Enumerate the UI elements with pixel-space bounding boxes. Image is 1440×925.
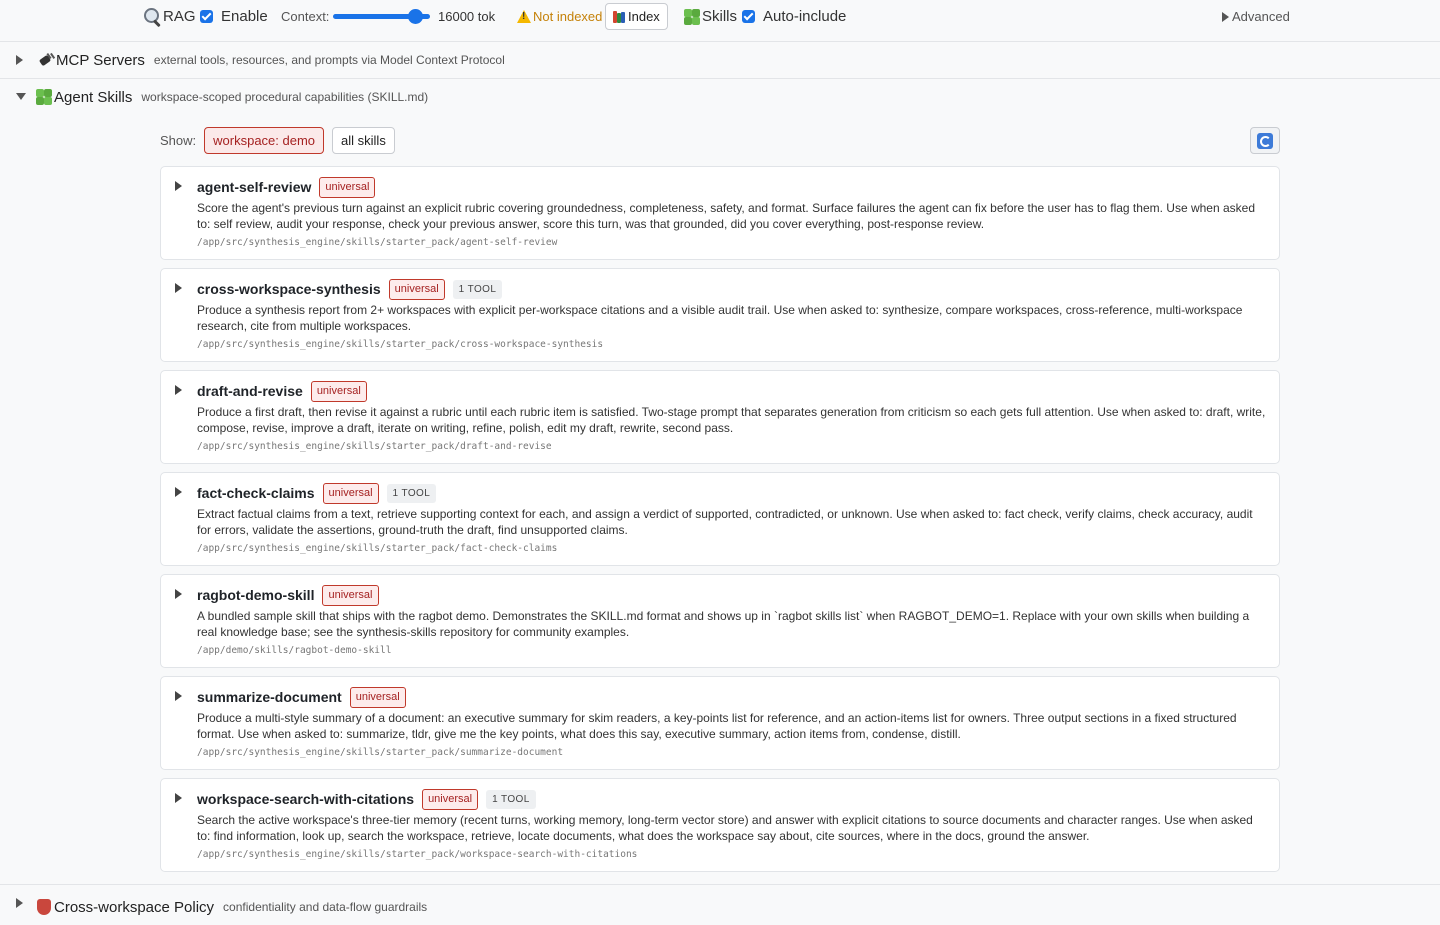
universal-badge: universal (319, 176, 376, 198)
skill-description: Score the agent's previous turn against … (197, 201, 1255, 231)
show-label: Show: (160, 133, 197, 148)
expand-icon[interactable] (175, 487, 182, 497)
skill-description: Search the active workspace's three-tier… (197, 813, 1253, 843)
skill-card[interactable]: agent-self-review universal Score the ag… (160, 166, 1280, 260)
expand-icon[interactable] (175, 283, 182, 293)
puzzle-icon (35, 88, 53, 106)
magnifier-icon (143, 7, 162, 26)
skill-path: /app/src/synthesis_engine/skills/starter… (197, 339, 604, 350)
rag-enable-checkbox[interactable] (200, 0, 213, 33)
skill-description: A bundled sample skill that ships with t… (197, 609, 1250, 639)
agent-skills-title: Agent Skills (54, 88, 133, 106)
expand-icon[interactable] (175, 691, 182, 701)
tool-count-badge: 1 TOOL (486, 789, 536, 809)
policy-title: Cross-workspace Policy (54, 898, 215, 916)
skills-group: Skills (683, 0, 737, 33)
skill-name: ragbot-demo-skill (197, 587, 315, 603)
skill-name: cross-workspace-synthesis (197, 281, 381, 297)
skill-path: /app/src/synthesis_engine/skills/starter… (197, 747, 564, 758)
advanced-label: Advanced (1232, 9, 1290, 24)
universal-badge: universal (388, 278, 445, 300)
expand-icon[interactable] (175, 793, 182, 803)
skill-path: /app/src/synthesis_engine/skills/starter… (197, 543, 558, 554)
skill-name: agent-self-review (197, 179, 312, 195)
filter-all-skills-button[interactable]: all skills (332, 127, 395, 154)
skill-card[interactable]: workspace-search-with-citations universa… (160, 778, 1280, 872)
universal-badge: universal (322, 482, 379, 504)
agent-skills-section: Agent Skills workspace-scoped procedural… (0, 79, 1440, 884)
shield-icon (37, 899, 51, 915)
mcp-servers-section: MCP Servers external tools, resources, a… (0, 42, 1440, 79)
expand-icon[interactable] (175, 589, 182, 599)
skill-card[interactable]: ragbot-demo-skill universal A bundled sa… (160, 574, 1280, 668)
agent-skills-desc: workspace-scoped procedural capabilities… (141, 90, 429, 104)
skill-card[interactable]: cross-workspace-synthesis universal 1 TO… (160, 268, 1280, 362)
skills-collapse-icon[interactable] (16, 93, 26, 100)
books-icon (613, 10, 626, 23)
skill-path: /app/src/synthesis_engine/skills/starter… (197, 441, 552, 452)
skill-name: workspace-search-with-citations (197, 791, 415, 807)
plug-icon (37, 51, 55, 69)
warning-icon (517, 10, 531, 23)
rag-group: RAG (143, 0, 196, 33)
skill-description: Extract factual claims from a text, retr… (197, 507, 1253, 537)
advanced-toggle[interactable]: Advanced (1222, 0, 1290, 33)
skill-description: Produce a multi-style summary of a docum… (197, 711, 1237, 741)
index-status: Not indexed (517, 0, 602, 33)
skill-name: draft-and-revise (197, 383, 303, 399)
rag-label: RAG (163, 8, 196, 25)
mcp-expand-icon[interactable] (16, 55, 23, 65)
index-button-label: Index (628, 9, 660, 24)
auto-include-label[interactable]: Auto-include (763, 0, 846, 33)
tool-count-badge: 1 TOOL (386, 483, 437, 503)
refresh-skills-button[interactable] (1250, 127, 1280, 154)
context-label: Context: (281, 9, 330, 24)
mcp-servers-header[interactable]: MCP Servers external tools, resources, a… (37, 42, 505, 78)
policy-desc: confidentiality and data-flow guardrails (223, 900, 428, 914)
skill-description: Produce a first draft, then revise it ag… (197, 405, 1266, 435)
context-slider-thumb[interactable] (408, 9, 423, 24)
policy-header[interactable]: Cross-workspace Policy confidentiality a… (34, 889, 427, 925)
skills-filter-bar: Show: workspace: demo all skills (160, 127, 403, 154)
context-value: 16000 tok (438, 9, 496, 24)
auto-include-checkbox[interactable] (742, 0, 755, 33)
skill-card[interactable]: draft-and-revise universal Produce a fir… (160, 370, 1280, 464)
rag-toolbar: RAG Enable Context: 16000 tok Not indexe… (0, 0, 1440, 42)
universal-badge: universal (422, 788, 479, 810)
puzzle-icon (683, 8, 701, 26)
filter-workspace-button[interactable]: workspace: demo (204, 127, 325, 154)
agent-skills-header[interactable]: Agent Skills workspace-scoped procedural… (35, 79, 428, 115)
index-button[interactable]: Index (605, 3, 668, 30)
universal-badge: universal (310, 380, 367, 402)
triangle-right-icon (1222, 11, 1229, 22)
skills-label: Skills (702, 8, 738, 25)
context-slider[interactable] (333, 0, 430, 33)
skill-path: /app/src/synthesis_engine/skills/starter… (197, 237, 558, 248)
rag-enable-label[interactable]: Enable (221, 0, 268, 33)
index-status-text: Not indexed (533, 9, 603, 24)
expand-icon[interactable] (175, 181, 182, 191)
skill-description: Produce a synthesis report from 2+ works… (197, 303, 1243, 333)
skill-name: fact-check-claims (197, 485, 315, 501)
mcp-servers-title: MCP Servers (56, 51, 145, 69)
skill-card[interactable]: summarize-document universal Produce a m… (160, 676, 1280, 770)
universal-badge: universal (322, 584, 379, 606)
universal-badge: universal (349, 686, 406, 708)
expand-icon[interactable] (175, 385, 182, 395)
skill-path: /app/demo/skills/ragbot-demo-skill (197, 645, 392, 656)
refresh-icon (1257, 132, 1273, 149)
skill-path: /app/src/synthesis_engine/skills/starter… (197, 849, 638, 860)
skill-name: summarize-document (197, 689, 342, 705)
skill-card[interactable]: fact-check-claims universal 1 TOOL Extra… (160, 472, 1280, 566)
tool-count-badge: 1 TOOL (452, 279, 503, 299)
mcp-servers-desc: external tools, resources, and prompts v… (153, 53, 505, 67)
cross-workspace-policy-section: Cross-workspace Policy confidentiality a… (0, 884, 1440, 920)
